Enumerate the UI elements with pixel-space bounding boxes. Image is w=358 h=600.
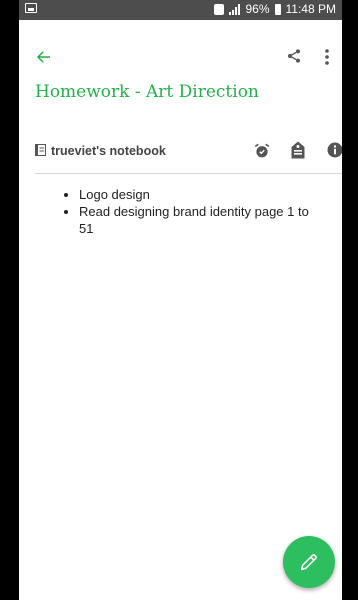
phone-screen: 96% 11:48 PM Homework - Art Direction tr… (19, 0, 342, 600)
info-icon[interactable] (327, 142, 342, 158)
arrow-left-icon[interactable] (35, 48, 53, 66)
note-title[interactable]: Homework - Art Direction (35, 82, 335, 102)
divider (35, 173, 342, 174)
status-right: 96% 11:48 PM (214, 2, 336, 16)
edit-fab-button[interactable] (283, 536, 335, 588)
note-body[interactable]: Logo design Read designing brand identit… (19, 186, 342, 237)
tag-icon[interactable] (290, 141, 306, 159)
alarm-clock-icon[interactable] (253, 142, 271, 160)
notebook-name[interactable]: trueviet's notebook (51, 144, 166, 158)
more-vertical-icon[interactable] (320, 47, 334, 67)
list-item[interactable]: Read designing brand identity page 1 to … (79, 203, 342, 237)
battery-percent: 96% (245, 2, 270, 16)
bullet-list: Logo design Read designing brand identit… (19, 186, 342, 237)
notebook-row: trueviet's notebook (35, 140, 342, 164)
status-bar: 96% 11:48 PM (19, 0, 342, 20)
signal-icon (229, 3, 241, 15)
notebook-icon (35, 144, 46, 156)
pencil-icon (300, 554, 317, 571)
alarm-status-icon (214, 3, 225, 15)
list-item[interactable]: Logo design (79, 186, 342, 203)
share-icon[interactable] (286, 48, 302, 64)
battery-icon (274, 3, 281, 15)
toolbar (19, 36, 342, 76)
status-time: 11:48 PM (285, 2, 336, 16)
gallery-notification-icon (25, 3, 37, 13)
